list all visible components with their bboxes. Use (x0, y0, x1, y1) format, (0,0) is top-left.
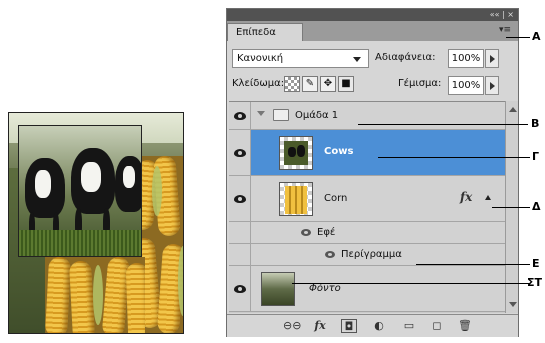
tab-layers[interactable]: Επίπεδα (227, 23, 303, 41)
callout-b: B (531, 117, 540, 130)
callout-g: Γ (532, 150, 540, 163)
layer-row-background[interactable]: Φόντο (229, 266, 505, 312)
visibility-spacer (229, 222, 251, 243)
collapse-effects-icon[interactable] (485, 195, 491, 200)
callout-line-a (506, 37, 530, 38)
layer-name-group: Ομάδα 1 (295, 110, 339, 121)
folder-icon (273, 109, 289, 121)
layer-effects-icon[interactable]: fx (460, 190, 472, 204)
mask-icon[interactable]: ◘ (341, 319, 357, 333)
lock-all-icon[interactable]: ■ (338, 76, 354, 92)
cows-layer-image (18, 125, 142, 257)
new-layer-icon[interactable]: ◻ (429, 319, 445, 333)
composite-image (8, 112, 184, 334)
callout-line-b (358, 124, 528, 125)
layer-name-corn: Corn (324, 193, 348, 204)
visibility-toggle[interactable] (229, 130, 251, 175)
callout-e: Ε (532, 257, 540, 270)
eye-icon (234, 195, 246, 203)
layer-thumbnail-corn (279, 182, 313, 216)
fill-slider-button[interactable] (485, 76, 499, 95)
visibility-toggle[interactable] (229, 266, 251, 311)
lock-fill-row: Κλείδωμα: ✎ ✥ ■ Γέμισμα: 100% (227, 73, 518, 95)
opacity-input[interactable]: 100% (448, 49, 484, 68)
layers-list: Ομάδα 1 Cows Corn fx Εφέ Περίγραμμα Φόντ… (229, 101, 505, 313)
lock-label: Κλείδωμα: (232, 78, 285, 89)
callout-line-st (292, 283, 530, 284)
layer-name-background: Φόντο (309, 283, 341, 294)
stroke-eye-icon[interactable] (325, 251, 335, 258)
lock-transparency-icon[interactable] (284, 76, 300, 92)
chevron-down-icon (353, 57, 361, 62)
effects-label: Εφέ (317, 227, 336, 238)
lock-position-icon[interactable]: ✥ (320, 76, 336, 92)
layers-panel: «« | × Επίπεδα ▾≡ Κανονική Αδιαφάνεια: 1… (226, 8, 519, 337)
layer-row-corn[interactable]: Corn fx (229, 176, 505, 222)
fill-label: Γέμισμα: (398, 78, 442, 89)
trash-icon[interactable]: 🗑 (457, 319, 473, 333)
callout-line-g (378, 157, 530, 158)
opacity-slider-button[interactable] (485, 49, 499, 68)
layer-row-group[interactable]: Ομάδα 1 (229, 102, 505, 130)
effects-eye-icon[interactable] (301, 229, 311, 236)
blend-mode-select[interactable]: Κανονική (232, 49, 369, 68)
callout-a: A (532, 30, 541, 43)
adjustment-icon[interactable]: ◐ (371, 319, 387, 333)
eye-icon (234, 112, 246, 120)
callout-d: Δ (532, 200, 541, 213)
scroll-down-icon[interactable] (509, 302, 517, 307)
layer-row-stroke[interactable]: Περίγραμμα (229, 244, 505, 266)
callout-line-e (416, 264, 530, 265)
layer-name-cows: Cows (324, 146, 354, 157)
scroll-up-icon[interactable] (509, 107, 517, 112)
eye-icon (234, 149, 246, 157)
lock-image-pixels-icon[interactable]: ✎ (302, 76, 318, 92)
panel-tab-row: Επίπεδα ▾≡ (227, 21, 518, 41)
panel-titlebar[interactable]: «« | × (227, 9, 518, 21)
collapse-close-controls[interactable]: «« | × (490, 9, 514, 21)
eye-icon (234, 285, 246, 293)
layer-row-effects[interactable]: Εφέ (229, 222, 505, 244)
corn-layer-image-lower (45, 257, 145, 333)
panel-menu-icon[interactable]: ▾≡ (498, 25, 512, 35)
blend-mode-value: Κανονική (237, 53, 284, 64)
fill-input[interactable]: 100% (448, 76, 484, 95)
stroke-effect-label: Περίγραμμα (341, 249, 402, 260)
link-icon[interactable]: ⊖⊖ (283, 319, 301, 333)
visibility-toggle[interactable] (229, 176, 251, 221)
layer-row-cows[interactable]: Cows (229, 130, 505, 176)
layer-thumbnail-background (261, 272, 295, 306)
visibility-toggle[interactable] (229, 102, 251, 129)
callout-line-d (492, 207, 530, 208)
callout-st: ΣΤ (527, 276, 543, 289)
fx-icon[interactable]: fx (311, 319, 329, 333)
expand-triangle-icon[interactable] (257, 111, 265, 116)
panel-bottom-bar: ⊖⊖ fx ◘ ◐ ▭ ◻ 🗑 (227, 314, 518, 337)
new-group-icon[interactable]: ▭ (401, 319, 417, 333)
layer-thumbnail-cows (279, 136, 313, 170)
blend-opacity-row: Κανονική Αδιαφάνεια: 100% (227, 47, 518, 69)
opacity-label: Αδιαφάνεια: (375, 52, 436, 63)
visibility-spacer (229, 244, 251, 265)
